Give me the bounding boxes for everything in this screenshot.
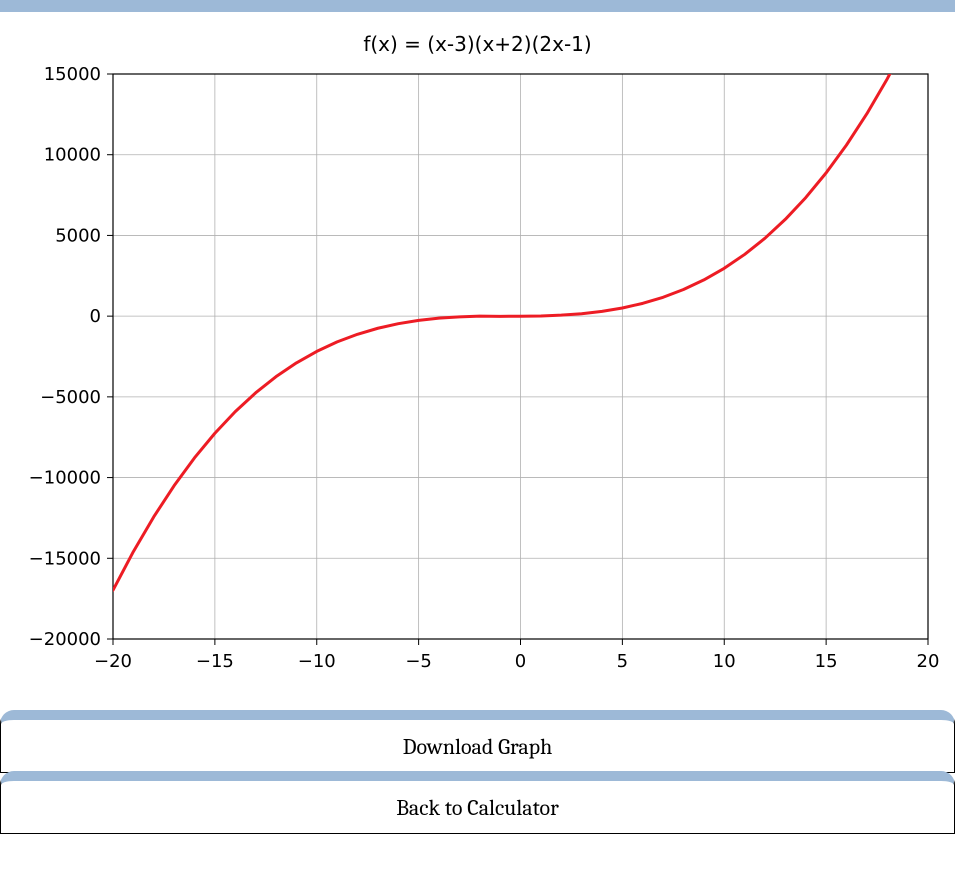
svg-text:−10: −10	[297, 651, 335, 672]
svg-text:10: 10	[712, 651, 735, 672]
chart-container: f(x) = (x-3)(x+2)(2x-1) −20 −15 −10 −5 0 5 10 1…	[0, 12, 955, 704]
svg-text:5000: 5000	[55, 225, 101, 246]
button-bar: Download Graph Back to Calculator	[0, 710, 955, 834]
svg-text:−5: −5	[405, 651, 432, 672]
plot-area: −20 −15 −10 −5 0 5 10 15 20 −20000 −15000 −10000 −50…	[13, 64, 943, 694]
svg-text:20: 20	[916, 651, 939, 672]
line-chart-svg: −20 −15 −10 −5 0 5 10 15 20 −20000 −15000 −10000 −50…	[13, 64, 943, 694]
svg-text:−20000: −20000	[28, 629, 100, 650]
svg-text:10000: 10000	[43, 145, 100, 166]
chart-title: f(x) = (x-3)(x+2)(2x-1)	[10, 32, 945, 56]
top-accent-bar	[0, 0, 955, 12]
back-to-calculator-button[interactable]: Back to Calculator	[0, 771, 955, 834]
svg-text:−15000: −15000	[28, 548, 100, 569]
svg-text:5: 5	[616, 651, 627, 672]
svg-text:15: 15	[814, 651, 837, 672]
svg-text:−5000: −5000	[40, 387, 101, 408]
svg-text:−15: −15	[195, 651, 233, 672]
svg-text:−20: −20	[94, 651, 132, 672]
download-graph-button[interactable]: Download Graph	[0, 710, 955, 773]
svg-text:0: 0	[89, 306, 100, 327]
svg-text:15000: 15000	[43, 64, 100, 85]
svg-text:0: 0	[514, 651, 525, 672]
svg-text:−10000: −10000	[28, 468, 100, 489]
